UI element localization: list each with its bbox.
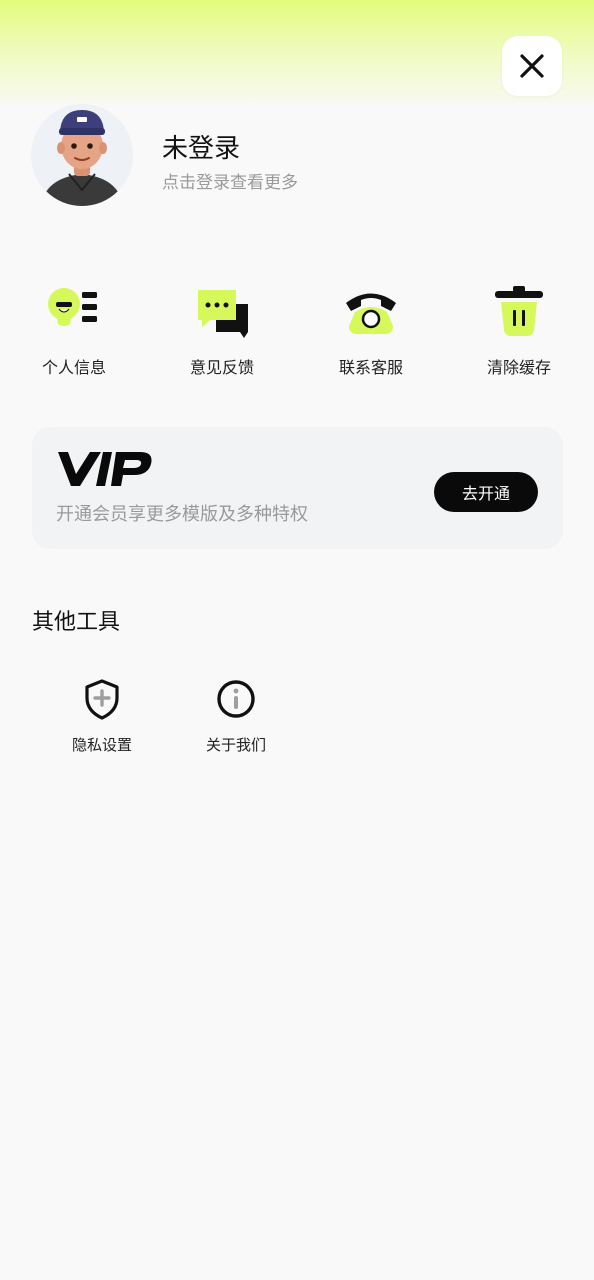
other-tools-list: 隐私设置 关于我们 (0, 676, 594, 766)
shield-icon (85, 679, 119, 720)
vip-activate-button[interactable]: 去开通 (434, 472, 538, 512)
profile-name[interactable]: 未登录 (162, 128, 240, 165)
other-tools-title: 其他工具 (32, 610, 121, 635)
person-info-icon (48, 288, 97, 326)
close-icon (520, 54, 544, 78)
tool-label: 关于我们 (205, 736, 266, 754)
info-icon (217, 680, 255, 718)
vip-description: 开通会员享更多模版及多种特权 (56, 504, 308, 525)
quick-action-label: 意见反馈 (189, 358, 254, 377)
profile-header[interactable]: 未登录 点击登录查看更多 (31, 104, 571, 208)
vip-banner[interactable]: 开通会员享更多模版及多种特权 去开通 (32, 427, 563, 549)
feedback-chat-icon (198, 290, 248, 338)
profile-subtitle[interactable]: 点击登录查看更多 (162, 168, 298, 193)
quick-action-label: 联系客服 (338, 358, 403, 377)
quick-action-clear-cache[interactable]: 清除缓存 (459, 282, 579, 382)
avatar-icon (31, 104, 133, 206)
quick-actions: 个人信息 意见反馈 联系客服 清除缓存 (0, 282, 594, 382)
phone-icon (346, 293, 396, 334)
close-button[interactable] (502, 36, 562, 96)
tool-about-us[interactable]: 关于我们 (181, 676, 291, 760)
quick-action-feedback[interactable]: 意见反馈 (162, 282, 282, 382)
tool-label: 隐私设置 (71, 736, 132, 754)
quick-action-contact[interactable]: 联系客服 (311, 282, 431, 382)
tool-privacy-settings[interactable]: 隐私设置 (47, 676, 157, 760)
vip-logo (58, 452, 152, 486)
avatar[interactable] (31, 104, 133, 206)
trash-icon (495, 286, 543, 336)
quick-action-label: 个人信息 (41, 358, 106, 377)
quick-action-personal-info[interactable]: 个人信息 (14, 282, 134, 382)
quick-action-label: 清除缓存 (486, 358, 551, 377)
